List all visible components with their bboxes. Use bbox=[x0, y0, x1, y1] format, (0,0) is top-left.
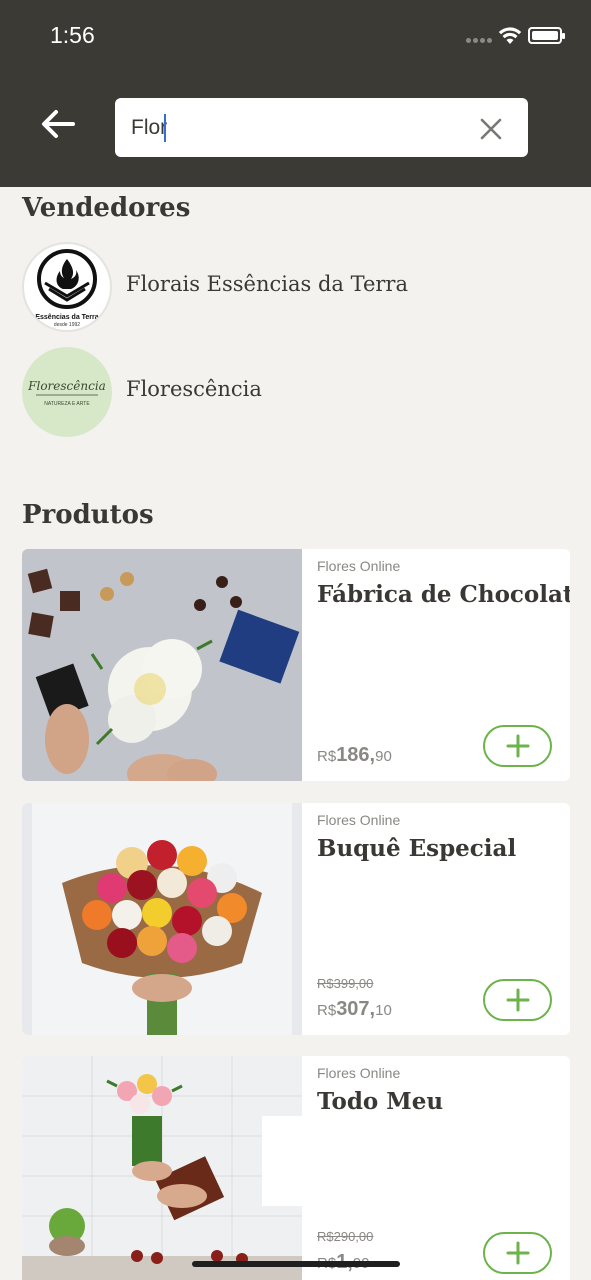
svg-text:Florescência: Florescência bbox=[27, 379, 106, 393]
product-old-price: R$399,00 bbox=[317, 976, 374, 991]
product-image bbox=[22, 1056, 302, 1280]
plus-icon bbox=[506, 1241, 529, 1265]
app-header: 1:56 bbox=[0, 0, 591, 187]
sellers-heading: Vendedores bbox=[22, 193, 191, 223]
clear-search-button[interactable] bbox=[473, 111, 509, 147]
florescencia-logo-icon: Florescência NATUREZA E ARTE bbox=[27, 379, 106, 407]
products-heading: Produtos bbox=[22, 500, 154, 530]
close-icon bbox=[480, 118, 502, 140]
product-image bbox=[22, 549, 302, 781]
back-button[interactable] bbox=[36, 102, 80, 146]
product-image bbox=[22, 803, 302, 1035]
svg-text:desde 1992: desde 1992 bbox=[54, 322, 80, 328]
seller-name: Florescência bbox=[126, 377, 262, 401]
seller-logo: Florescência NATUREZA E ARTE bbox=[22, 347, 112, 437]
text-caret bbox=[164, 114, 166, 142]
plus-icon bbox=[506, 988, 529, 1012]
seller-item[interactable]: Essências da Terra desde 1992 Florais Es… bbox=[22, 242, 562, 332]
product-card[interactable]: Flores Online Buquê Especial R$399,00 R$… bbox=[22, 803, 570, 1035]
cellular-signal-icon bbox=[466, 38, 492, 43]
svg-text:Essências da Terra: Essências da Terra bbox=[35, 314, 98, 321]
product-price: R$307,10 bbox=[317, 998, 392, 1020]
flame-logo-icon: Essências da Terra desde 1992 bbox=[35, 249, 99, 328]
wifi-icon bbox=[498, 27, 522, 44]
product-title: Fábrica de Chocolate bbox=[317, 581, 570, 608]
product-store: Flores Online bbox=[317, 812, 401, 828]
product-store: Flores Online bbox=[317, 558, 401, 574]
search-input[interactable] bbox=[131, 98, 461, 157]
seller-item[interactable]: Florescência NATUREZA E ARTE Florescênci… bbox=[22, 347, 562, 437]
product-card[interactable]: Flores Online Fábrica de Chocolate R$186… bbox=[22, 549, 570, 781]
add-to-cart-button[interactable] bbox=[483, 725, 552, 767]
product-title: Buquê Especial bbox=[317, 835, 517, 862]
svg-text:NATUREZA E ARTE: NATUREZA E ARTE bbox=[44, 401, 90, 407]
seller-name: Florais Essências da Terra bbox=[126, 272, 408, 296]
home-indicator bbox=[192, 1261, 400, 1267]
battery-icon bbox=[528, 27, 565, 44]
product-old-price: R$290,00 bbox=[317, 1229, 374, 1244]
add-to-cart-button[interactable] bbox=[483, 1232, 552, 1274]
status-time: 1:56 bbox=[50, 22, 95, 48]
search-box bbox=[115, 98, 528, 157]
add-to-cart-button[interactable] bbox=[483, 979, 552, 1021]
product-price: R$186,90 bbox=[317, 744, 392, 766]
product-card[interactable]: Flores Online Todo Meu R$290,00 R$1,99 bbox=[22, 1056, 570, 1280]
seller-logo: Essências da Terra desde 1992 bbox=[22, 242, 112, 332]
product-store: Flores Online bbox=[317, 1065, 401, 1081]
product-title: Todo Meu bbox=[317, 1088, 444, 1115]
arrow-left-icon bbox=[42, 110, 75, 138]
plus-icon bbox=[506, 734, 529, 758]
